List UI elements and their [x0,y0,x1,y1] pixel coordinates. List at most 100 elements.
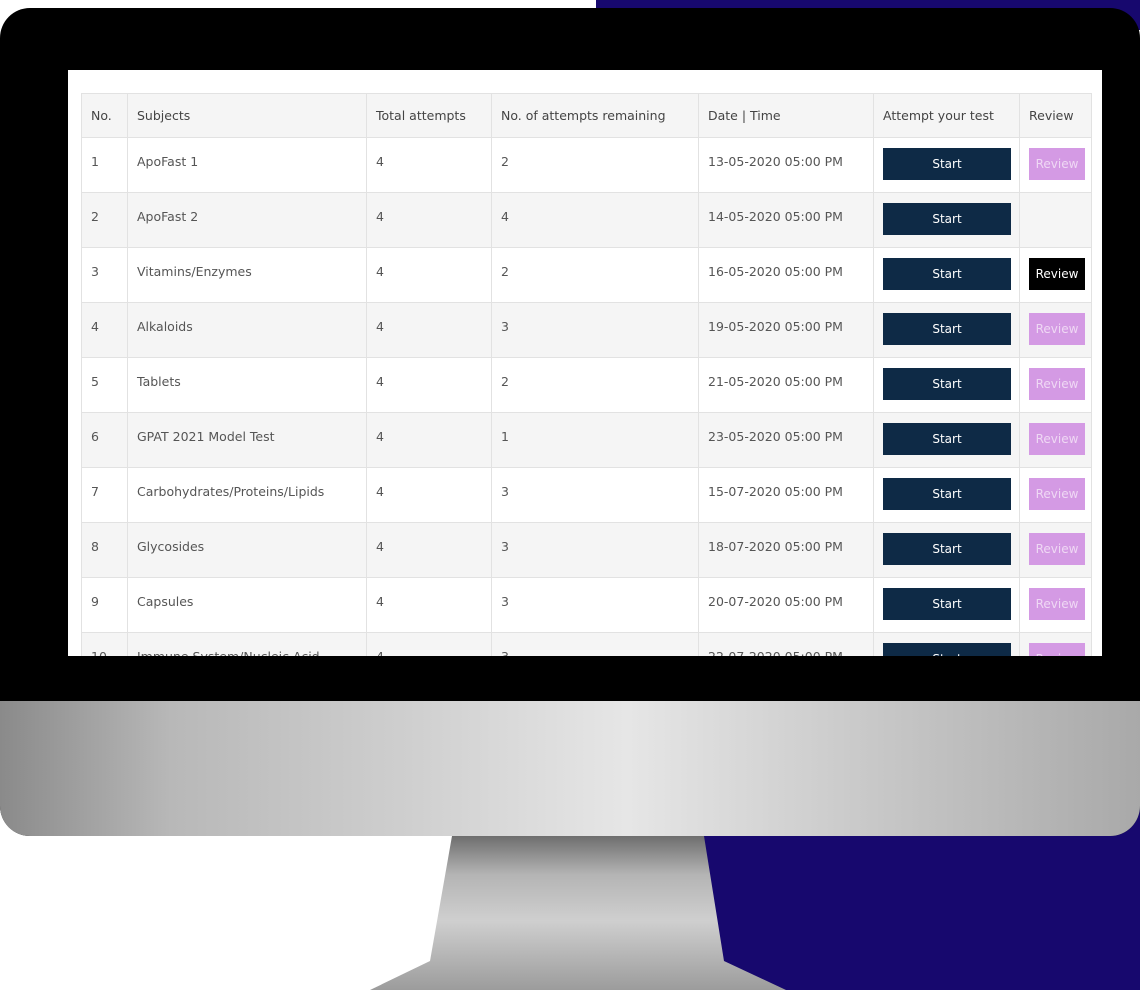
table-row: 5 Tablets 4 2 21-05-2020 05:00 PM Start Review [81,357,1092,413]
cell-attempts-remaining: 3 [491,522,699,578]
review-button[interactable]: Review [1029,258,1085,290]
start-button[interactable]: Start [883,368,1011,400]
cell-attempts-remaining: 3 [491,467,699,523]
header-no: No. [81,93,128,138]
cell-attempt: Start [873,412,1020,468]
cell-attempts-remaining: 3 [491,302,699,358]
cell-attempts-remaining: 2 [491,247,699,303]
cell-review: Review [1019,357,1092,413]
cell-subject: Alkaloids [127,302,367,358]
cell-total-attempts: 4 [366,137,492,193]
start-button[interactable]: Start [883,533,1011,565]
table-row: 10Immune System/Nucleic Acid4322-07-2020… [81,632,1092,656]
review-button[interactable]: Review [1029,533,1085,565]
cell-review: Review [1019,412,1092,468]
start-button[interactable]: Start [883,588,1011,620]
cell-subject: GPAT 2021 Model Test [127,412,367,468]
table-header-row: No. Subjects Total attempts No. of attem… [81,93,1092,138]
tests-table: No. Subjects Total attempts No. of attem… [81,93,1092,656]
cell-total-attempts: 4 [366,632,492,656]
cell-total-attempts: 4 [366,357,492,413]
cell-total-attempts: 4 [366,577,492,633]
review-button[interactable]: Review [1029,588,1085,620]
table-row: 7 Carbohydrates/Proteins/Lipids 4 3 15-07-20… [81,467,1092,523]
cell-attempts-remaining: 3 [491,632,699,656]
header-attempt-test: Attempt your test [873,93,1020,138]
header-subjects: Subjects [127,93,367,138]
cell-attempt: Start [873,577,1020,633]
cell-attempts-remaining: 2 [491,357,699,413]
cell-no: 10 [81,632,128,656]
start-button[interactable]: Start [883,203,1011,235]
review-button[interactable]: Review [1029,368,1085,400]
cell-attempts-remaining: 2 [491,137,699,193]
start-button[interactable]: Start [883,478,1011,510]
cell-subject: Tablets [127,357,367,413]
cell-date-time: 22-07-2020 05:00 PM [698,632,874,656]
cell-review: Review [1019,247,1092,303]
table-row: 1 ApoFast 1 4 2 13-05-2020 05:00 PM Start Revi… [81,137,1092,193]
cell-attempt: Start [873,522,1020,578]
review-button[interactable]: Review [1029,478,1085,510]
cell-date-time: 23-05-2020 05:00 PM [698,412,874,468]
cell-date-time: 18-07-2020 05:00 PM [698,522,874,578]
review-button[interactable]: Review [1029,423,1085,455]
cell-date-time: 15-07-2020 05:00 PM [698,467,874,523]
cell-no: 3 [81,247,128,303]
start-button[interactable]: Start [883,423,1011,455]
cell-subject: Glycosides [127,522,367,578]
cell-no: 7 [81,467,128,523]
header-review: Review [1019,93,1092,138]
cell-review: Review [1019,522,1092,578]
cell-review: Review [1019,577,1092,633]
start-button[interactable]: Start [883,643,1011,656]
cell-subject: ApoFast 1 [127,137,367,193]
cell-attempt: Start [873,247,1020,303]
cell-total-attempts: 4 [366,192,492,248]
cell-attempt: Start [873,192,1020,248]
cell-subject: Capsules [127,577,367,633]
cell-attempt: Start [873,467,1020,523]
header-total-attempts: Total attempts [366,93,492,138]
review-button[interactable]: Review [1029,643,1085,656]
cell-no: 6 [81,412,128,468]
table-row: 3 Vitamins/Enzymes 4 2 16-05-2020 05:00 PM St… [81,247,1092,303]
cell-attempt: Start [873,632,1020,656]
cell-no: 5 [81,357,128,413]
cell-attempt: Start [873,302,1020,358]
cell-subject: Immune System/Nucleic Acid [127,632,367,656]
cell-subject: ApoFast 2 [127,192,367,248]
table-row: 6 GPAT 2021 Model Test 4 1 23-05-2020 05:00 … [81,412,1092,468]
header-date-time: Date | Time [698,93,874,138]
cell-date-time: 13-05-2020 05:00 PM [698,137,874,193]
table-row: 4 Alkaloids 4 3 19-05-2020 05:00 PM Start Revi… [81,302,1092,358]
table-row: 9 Capsules 4 3 20-07-2020 05:00 PM Start Revie… [81,577,1092,633]
cell-date-time: 16-05-2020 05:00 PM [698,247,874,303]
cell-review: Review [1019,302,1092,358]
table-row: 2 ApoFast 2 4 4 14-05-2020 05:00 PM Start [81,192,1092,248]
cell-subject: Carbohydrates/Proteins/Lipids [127,467,367,523]
header-attempts-remaining: No. of attempts remaining [491,93,699,138]
cell-attempt: Start [873,137,1020,193]
cell-no: 1 [81,137,128,193]
review-button[interactable]: Review [1029,313,1085,345]
cell-attempt: Start [873,357,1020,413]
table-body: 1 ApoFast 1 4 2 13-05-2020 05:00 PM Start Revi… [81,137,1092,656]
cell-total-attempts: 4 [366,467,492,523]
cell-attempts-remaining: 1 [491,412,699,468]
cell-review [1019,192,1092,248]
start-button[interactable]: Start [883,258,1011,290]
cell-date-time: 21-05-2020 05:00 PM [698,357,874,413]
monitor-frame: No. Subjects Total attempts No. of attem… [0,8,1140,836]
cell-total-attempts: 4 [366,247,492,303]
start-button[interactable]: Start [883,313,1011,345]
cell-review: Review [1019,632,1092,656]
table-row: 8 Glycosides 4 3 18-07-2020 05:00 PM Start Rev… [81,522,1092,578]
monitor-chin [0,701,1140,836]
review-button[interactable]: Review [1029,148,1085,180]
cell-date-time: 19-05-2020 05:00 PM [698,302,874,358]
cell-review: Review [1019,137,1092,193]
cell-no: 4 [81,302,128,358]
cell-date-time: 20-07-2020 05:00 PM [698,577,874,633]
start-button[interactable]: Start [883,148,1011,180]
